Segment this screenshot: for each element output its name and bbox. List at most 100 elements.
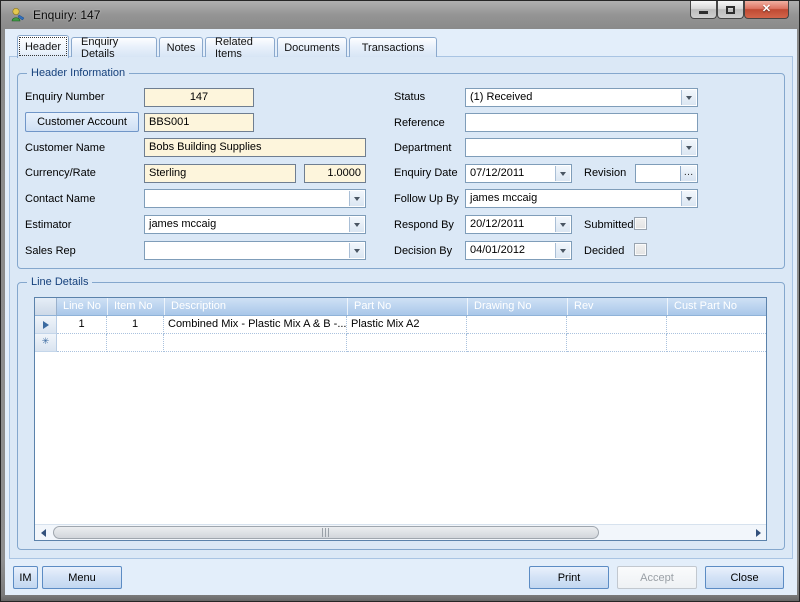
chevron-down-icon [686, 146, 692, 150]
maximize-icon [726, 6, 735, 14]
horizontal-scrollbar[interactable] [35, 524, 766, 540]
respond-by-picker[interactable]: 20/12/2011 [465, 215, 572, 234]
scroll-left-icon [41, 529, 46, 537]
follow-up-by-dropdown-button[interactable] [681, 191, 696, 206]
decided-checkbox[interactable] [634, 243, 647, 256]
enquiry-number-label: Enquiry Number [25, 91, 104, 103]
close-window-button[interactable]: ✕ [744, 1, 789, 19]
current-row-arrow-icon [43, 321, 49, 329]
column-header-line-no[interactable]: Line No [57, 298, 107, 315]
grid-cell-empty[interactable] [567, 334, 667, 352]
decision-by-picker[interactable]: 04/01/2012 [465, 241, 572, 260]
chevron-down-icon [686, 96, 692, 100]
title-bar[interactable]: Enquiry: 147 ✕ [1, 1, 800, 29]
tab-related-items[interactable]: Related Items [205, 37, 275, 57]
respond-by-dropdown-button[interactable] [555, 217, 570, 232]
estimator-label: Estimator [25, 219, 71, 231]
new-row-asterisk-icon: ✳ [42, 338, 50, 347]
enquiry-date-dropdown-button[interactable] [555, 166, 570, 181]
line-details-group-label: Line Details [27, 276, 92, 288]
grid-cell-description[interactable]: Combined Mix - Plastic Mix A & B -... [164, 316, 347, 334]
estimator-dropdown-button[interactable] [349, 217, 364, 232]
grid-corner-cell[interactable] [35, 298, 57, 315]
grid-cell-empty[interactable] [57, 334, 107, 352]
tab-strip: Header Enquiry Details Notes Related Ite… [17, 34, 439, 57]
column-header-rev[interactable]: Rev [567, 298, 667, 315]
scroll-left-button[interactable] [38, 528, 48, 538]
sales-rep-combo[interactable] [144, 241, 366, 260]
sales-rep-label: Sales Rep [25, 245, 76, 257]
minimize-icon [699, 11, 708, 14]
contact-name-combo[interactable] [144, 189, 366, 208]
menu-button[interactable]: Menu [42, 566, 122, 589]
enquiry-number-field[interactable]: 147 [144, 88, 254, 107]
column-header-drawing-no[interactable]: Drawing No [467, 298, 567, 315]
column-header-part-no[interactable]: Part No [347, 298, 467, 315]
revision-ellipsis-button[interactable]: … [680, 166, 696, 181]
column-header-item-no[interactable]: Item No [107, 298, 164, 315]
enquiry-date-picker[interactable]: 07/12/2011 [465, 164, 572, 183]
minimize-button[interactable] [690, 1, 717, 19]
tab-transactions[interactable]: Transactions [349, 37, 437, 57]
revision-field[interactable]: … [635, 164, 698, 183]
grid-cell-empty[interactable] [667, 334, 766, 352]
tab-notes[interactable]: Notes [159, 37, 203, 57]
im-button[interactable]: IM [13, 566, 38, 589]
enquiry-window: Enquiry: 147 ✕ Header Enquiry Details No… [0, 0, 800, 602]
table-row[interactable]: 1 1 Combined Mix - Plastic Mix A & B -..… [35, 316, 766, 334]
contact-name-dropdown-button[interactable] [349, 191, 364, 206]
estimator-combo[interactable]: james mccaig [144, 215, 366, 234]
column-header-cust-part-no[interactable]: Cust Part No [667, 298, 766, 315]
status-value: (1) Received [470, 91, 532, 103]
submitted-checkbox[interactable] [634, 217, 647, 230]
grid-cell-cust-part-no[interactable] [667, 316, 766, 334]
respond-by-label: Respond By [394, 219, 454, 231]
grid-cell-part-no[interactable]: Plastic Mix A2 [347, 316, 467, 334]
grid-cell-rev[interactable] [567, 316, 667, 334]
follow-up-by-value: james mccaig [470, 192, 537, 204]
tab-enquiry-details[interactable]: Enquiry Details [71, 37, 157, 57]
line-details-grid: Line No Item No Description Part No Draw… [34, 297, 767, 541]
currency-field[interactable]: Sterling [144, 164, 296, 183]
chevron-down-icon [560, 249, 566, 253]
reference-field[interactable] [465, 113, 698, 132]
row-selector-current[interactable] [35, 316, 57, 334]
follow-up-by-combo[interactable]: james mccaig [465, 189, 698, 208]
customer-name-label: Customer Name [25, 142, 105, 154]
scrollbar-thumb[interactable] [53, 526, 599, 539]
grid-new-row[interactable]: ✳ [35, 334, 766, 352]
chevron-down-icon [560, 172, 566, 176]
grid-cell-empty[interactable] [107, 334, 164, 352]
enquiry-date-label: Enquiry Date [394, 167, 458, 179]
tab-header[interactable]: Header [17, 35, 69, 58]
scroll-right-button[interactable] [753, 528, 763, 538]
maximize-button[interactable] [717, 1, 744, 19]
customer-name-field[interactable]: Bobs Building Supplies [144, 138, 366, 157]
close-button[interactable]: Close [705, 566, 784, 589]
close-icon: ✕ [762, 4, 771, 15]
status-combo[interactable]: (1) Received [465, 88, 698, 107]
chevron-down-icon [354, 249, 360, 253]
rate-field[interactable]: 1.0000 [304, 164, 366, 183]
decided-label: Decided [584, 245, 624, 257]
grid-cell-drawing-no[interactable] [467, 316, 567, 334]
grid-cell-line-no[interactable]: 1 [57, 316, 107, 334]
tab-documents[interactable]: Documents [277, 37, 347, 57]
grid-cell-empty[interactable] [467, 334, 567, 352]
department-dropdown-button[interactable] [681, 140, 696, 155]
print-button[interactable]: Print [529, 566, 609, 589]
window-icon [10, 7, 26, 23]
column-header-description[interactable]: Description [164, 298, 347, 315]
row-selector-new[interactable]: ✳ [35, 334, 57, 352]
grid-cell-empty[interactable] [164, 334, 347, 352]
grid-cell-empty[interactable] [347, 334, 467, 352]
status-dropdown-button[interactable] [681, 90, 696, 105]
customer-account-button[interactable]: Customer Account [25, 112, 139, 132]
sales-rep-dropdown-button[interactable] [349, 243, 364, 258]
decision-by-dropdown-button[interactable] [555, 243, 570, 258]
department-combo[interactable] [465, 138, 698, 157]
reference-label: Reference [394, 117, 445, 129]
respond-by-value: 20/12/2011 [470, 218, 524, 230]
customer-account-field[interactable]: BBS001 [144, 113, 254, 132]
grid-cell-item-no[interactable]: 1 [107, 316, 164, 334]
